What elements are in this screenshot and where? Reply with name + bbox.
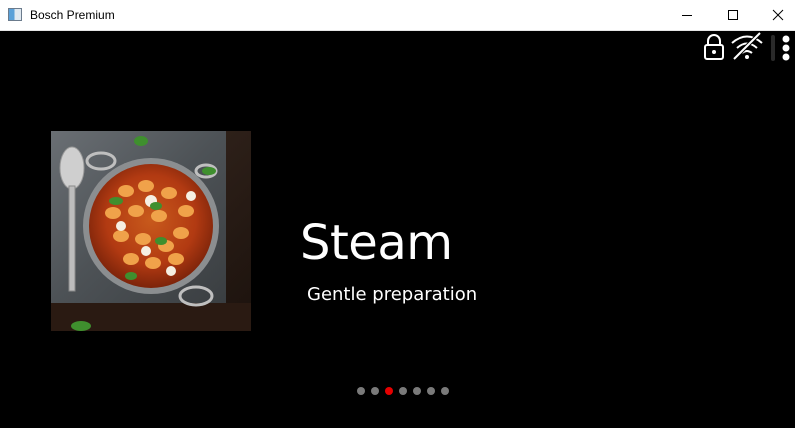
- app-icon: [8, 8, 22, 21]
- carousel-pagination: [357, 387, 449, 395]
- window-title: Bosch Premium: [30, 8, 115, 22]
- pagination-dot[interactable]: [413, 387, 421, 395]
- pagination-dot[interactable]: [357, 387, 365, 395]
- lock-icon[interactable]: [703, 33, 725, 61]
- window-titlebar: Bosch Premium: [0, 0, 795, 31]
- pagination-dot[interactable]: [399, 387, 407, 395]
- pagination-dot[interactable]: [371, 387, 379, 395]
- maximize-icon: [728, 10, 738, 20]
- minimize-button[interactable]: [664, 0, 710, 30]
- program-title: Steam: [300, 215, 453, 271]
- app-content: Steam Gentle preparation: [0, 31, 795, 428]
- more-menu-icon[interactable]: [780, 33, 792, 63]
- close-icon: [772, 9, 784, 21]
- maximize-button[interactable]: [710, 0, 756, 30]
- program-subtitle: Gentle preparation: [307, 284, 478, 305]
- wifi-off-icon[interactable]: [729, 31, 765, 61]
- dish-image: [51, 131, 251, 331]
- minimize-icon: [682, 15, 692, 16]
- pagination-dot-active[interactable]: [385, 387, 393, 395]
- scroll-indicator: [771, 35, 775, 61]
- pagination-dot[interactable]: [441, 387, 449, 395]
- pagination-dot[interactable]: [427, 387, 435, 395]
- close-button[interactable]: [755, 0, 795, 30]
